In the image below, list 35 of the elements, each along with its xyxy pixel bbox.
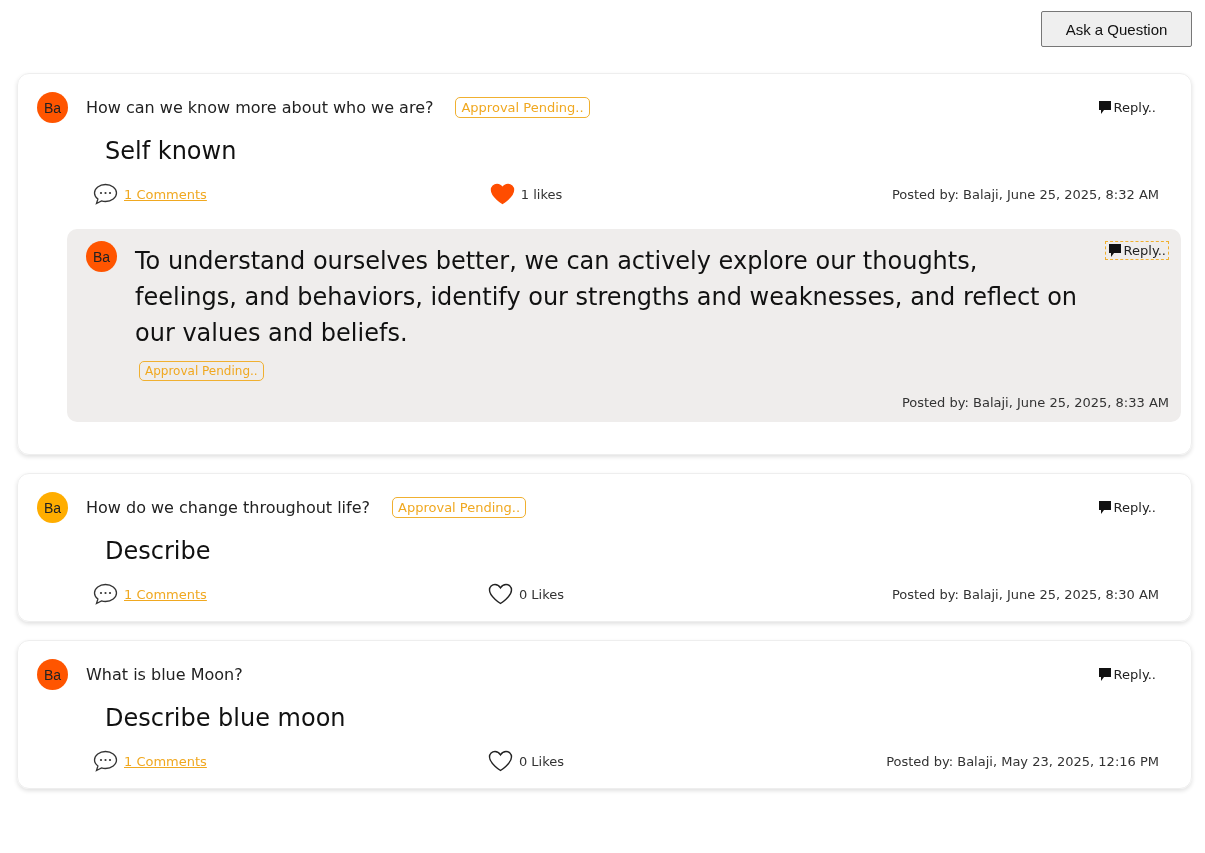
posted-by: Posted by: Balaji, June 25, 2025, 8:30 AM — [891, 586, 1159, 602]
ask-question-button[interactable]: Ask a Question — [1041, 11, 1192, 47]
heart-icon[interactable] — [487, 750, 513, 772]
question-text: How can we know more about who we are? — [86, 98, 434, 117]
posted-by: Posted by: Balaji, June 25, 2025, 8:33 AM — [901, 395, 1169, 410]
speech-bubble-icon — [1107, 243, 1122, 258]
question-title: Self known — [105, 137, 238, 165]
posted-by: Posted by: Balaji, June 25, 2025, 8:32 AM — [891, 186, 1159, 202]
speech-bubble-icon — [1097, 500, 1112, 515]
answer-text: To understand ourselves better, we can actively explore our thoughts, feelings, and behaviors, identify our strengths and weaknesses, and reflect on our values and beliefs. — [135, 246, 1079, 349]
status-tag: Approval Pending.. — [455, 97, 590, 118]
question-title: Describe blue moon — [105, 704, 347, 732]
speech-bubble-icon — [1097, 100, 1112, 115]
question-text: What is blue Moon? — [86, 665, 243, 684]
avatar: Ba — [37, 659, 68, 690]
chat-icon — [93, 750, 118, 772]
speech-bubble-icon — [1097, 667, 1112, 682]
reply-button[interactable]: Reply.. — [1094, 98, 1159, 117]
status-tag: Approval Pending.. — [139, 361, 264, 381]
status-tag: Approval Pending.. — [392, 497, 527, 518]
avatar: Ba — [86, 241, 117, 272]
likes-count: 0 Likes — [518, 586, 565, 602]
avatar: Ba — [37, 492, 68, 523]
reply-button[interactable]: Reply.. — [1094, 498, 1159, 517]
chat-icon — [93, 183, 118, 205]
reply-button[interactable]: Reply.. — [1104, 241, 1169, 260]
question-title: Describe — [105, 537, 212, 565]
likes-count: 0 Likes — [518, 753, 565, 769]
reply-button[interactable]: Reply.. — [1094, 665, 1159, 684]
likes-count: 1 likes — [520, 186, 563, 202]
chat-icon — [93, 583, 118, 605]
posted-by: Posted by: Balaji, May 23, 2025, 12:16 PM — [886, 753, 1159, 769]
question-text: How do we change throughout life? — [86, 498, 371, 517]
heart-icon[interactable] — [487, 583, 513, 605]
avatar: Ba — [37, 92, 68, 123]
